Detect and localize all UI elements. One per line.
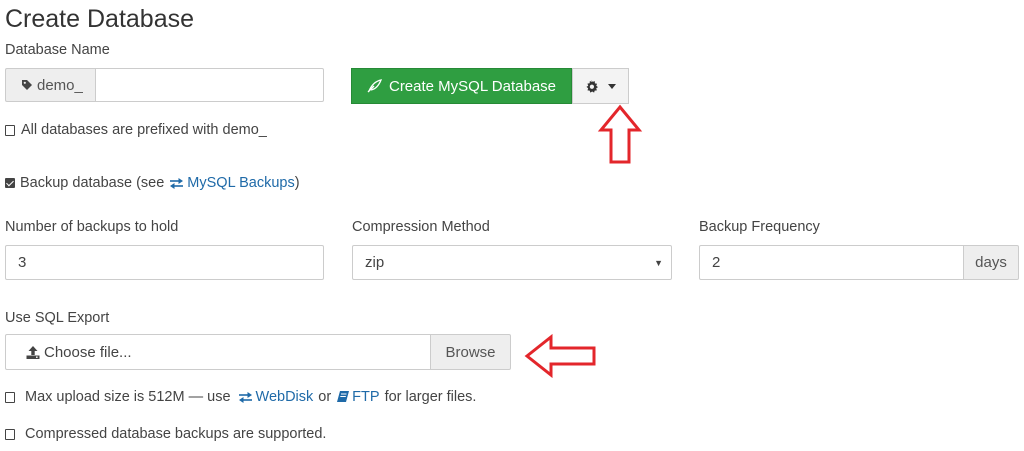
- mysql-backups-link[interactable]: MySQL Backups: [187, 174, 294, 192]
- database-prefix-text: demo_: [37, 76, 83, 94]
- backups-to-hold-input[interactable]: 3: [5, 245, 324, 280]
- database-name-label: Database Name: [5, 42, 110, 58]
- select-arrow-icon: ▼: [654, 257, 663, 268]
- compression-method-value: zip: [365, 254, 385, 271]
- upload-note-before: Max upload size is 512M — use: [25, 389, 231, 405]
- exchange-icon: [238, 391, 253, 403]
- create-database-button[interactable]: Create MySQL Database: [351, 68, 572, 104]
- upload-note-after: for larger files.: [384, 389, 477, 405]
- compressed-backups-note: Compressed database backups are supporte…: [5, 425, 326, 443]
- prefix-note: All databases are prefixed with demo_: [5, 121, 267, 139]
- upload-note-or: or: [318, 389, 332, 405]
- backups-to-hold-label: Number of backups to hold: [5, 219, 179, 235]
- note-square-icon: [5, 124, 15, 136]
- leaf-icon: [367, 79, 383, 93]
- sql-export-label: Use SQL Export: [5, 310, 110, 326]
- backup-database-checkbox[interactable]: [5, 178, 15, 188]
- compression-method-select[interactable]: zip ▼: [352, 245, 672, 280]
- tag-icon: [21, 79, 33, 91]
- annotation-arrow-up-icon: [597, 104, 643, 164]
- upload-icon: [26, 345, 40, 359]
- page-title: Create Database: [5, 5, 195, 33]
- caret-down-icon: [608, 83, 616, 89]
- annotation-arrow-left-icon: [524, 334, 596, 378]
- backup-frequency-label: Backup Frequency: [699, 219, 820, 235]
- backup-text-before: Backup database (see: [20, 175, 165, 191]
- webdisk-link[interactable]: WebDisk: [256, 388, 314, 406]
- compression-method-label: Compression Method: [352, 219, 490, 235]
- ftp-link[interactable]: FTP: [352, 388, 379, 406]
- note-square-icon: [5, 391, 15, 403]
- backup-frequency-unit: days: [963, 245, 1019, 280]
- sql-export-file-input[interactable]: Choose file...: [5, 334, 431, 370]
- database-prefix-addon: demo_: [5, 68, 95, 102]
- create-options-dropdown[interactable]: [572, 68, 629, 104]
- prefix-note-text: All databases are prefixed with demo_: [21, 122, 267, 138]
- database-name-input[interactable]: [95, 68, 324, 102]
- backup-text-after: ): [294, 175, 300, 191]
- book-icon: [337, 391, 350, 403]
- exchange-icon: [169, 177, 184, 189]
- sql-export-placeholder: Choose file...: [44, 343, 132, 361]
- note-square-icon: [5, 428, 15, 440]
- upload-size-note: Max upload size is 512M — use WebDisk or…: [5, 388, 476, 406]
- backup-frequency-input[interactable]: 2: [699, 245, 964, 280]
- compressed-note-text: Compressed database backups are supporte…: [25, 426, 327, 442]
- gear-icon: [585, 79, 598, 93]
- create-database-label: Create MySQL Database: [388, 77, 557, 95]
- browse-button[interactable]: Browse: [430, 334, 511, 370]
- backup-database-row: Backup database (see MySQL Backups ): [5, 174, 300, 192]
